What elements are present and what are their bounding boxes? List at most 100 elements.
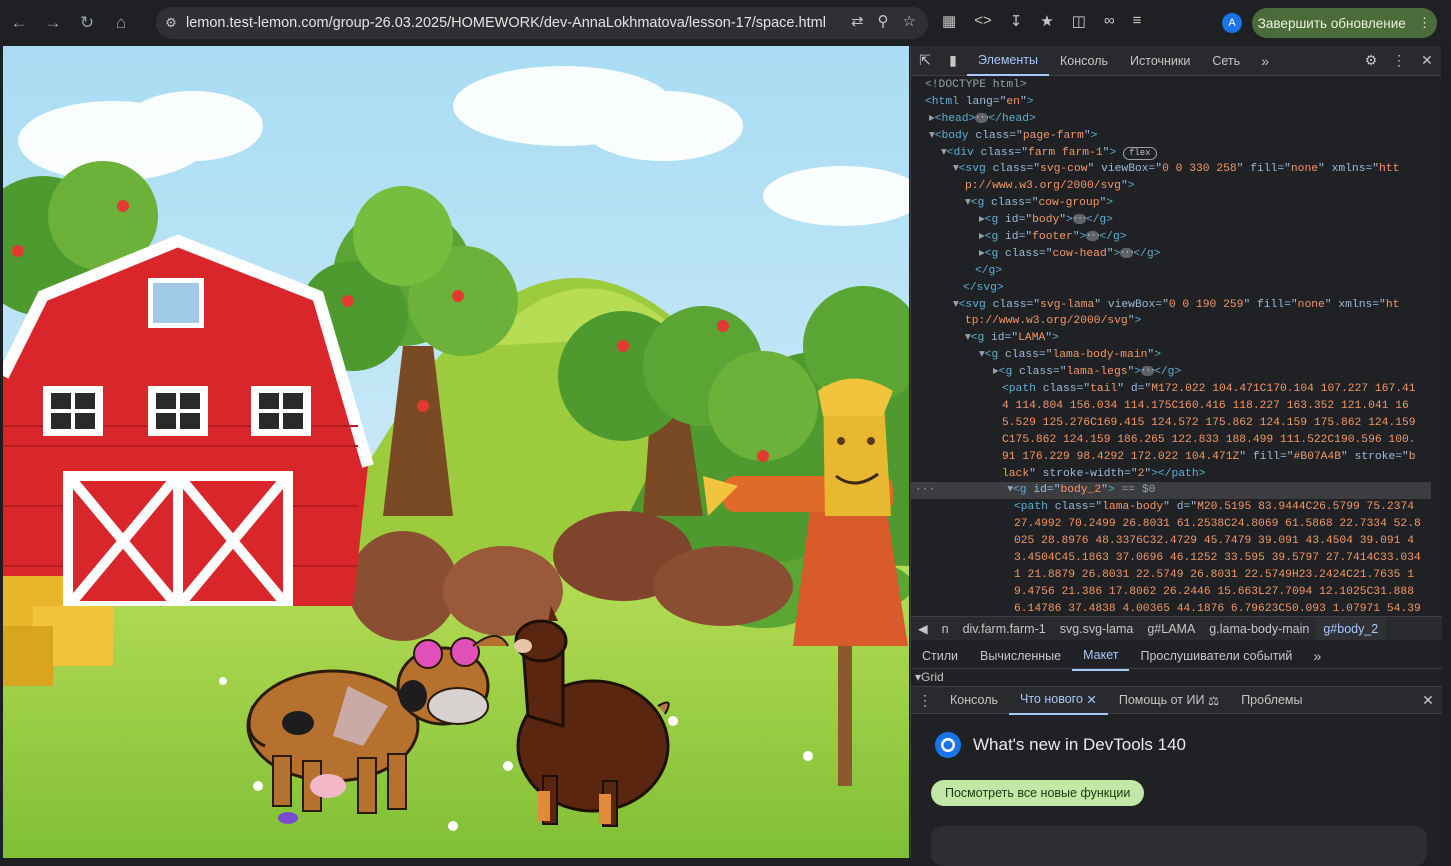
dom-svg-lama-xmlns: tp://www.w3.org/2000/svg"> [965,315,1142,328]
tab-elements[interactable]: Элементы [967,46,1049,76]
see-all-features-button[interactable]: Посмотреть все новые функции [931,780,1145,806]
close-drawer-icon[interactable]: ✕ [1414,692,1442,709]
attr-name: lang [965,95,993,108]
tab-styles[interactable]: Стили [911,641,969,671]
tag-name: body [941,129,969,142]
more-tabs-chevron-icon[interactable]: » [1251,53,1279,69]
dom-cow-group[interactable]: ▾<g class="cow-group"> [911,195,1431,212]
dom-cow-head[interactable]: ▸<g class="cow-head">···</g> [911,246,1431,263]
collapsed-ellipsis[interactable]: ··· [1141,366,1155,377]
dom-lama-body-main[interactable]: ▾<g class="lama-body-main"> [911,347,1431,364]
dom-g-body2-selected[interactable]: ··· ▾<g id="body_2"> == $0 [911,482,1431,500]
dom-head[interactable]: ▸<head>···</head> [911,111,1431,128]
link-icon[interactable]: ∞ [1104,12,1115,30]
breadcrumb-item[interactable]: n [935,622,956,636]
devtools-code-icon[interactable]: <> [974,12,992,30]
attr-value: none [1290,163,1319,176]
dom-close-g: </g> [975,264,1003,277]
drawer-tab-bar: ⋮ Консоль Что нового ✕ Помощь от ИИ ⚖ Пр… [911,685,1442,715]
attr-value: footer [1032,231,1073,244]
attr-value: lama-body-main [1052,349,1148,362]
site-settings-icon[interactable]: ⚙ [156,15,186,31]
translate-icon[interactable]: ⇄ [851,12,864,30]
tab-console[interactable]: Консоль [1049,46,1119,76]
drawer-tab-issues[interactable]: Проблемы [1230,685,1313,715]
tab-sources[interactable]: Источники [1119,46,1201,76]
dom-body[interactable]: ▾<body class="page-farm"> [911,128,1431,145]
finish-update-button[interactable]: Завершить обновление ⋮ [1252,8,1437,38]
attr-value: cow-group [1038,197,1100,210]
devtools-menu-icon[interactable]: ⋮ [1385,52,1413,69]
close-tab-icon[interactable]: ✕ [1086,692,1096,707]
drawer-tab-ai-help[interactable]: Помощь от ИИ ⚖ [1108,685,1230,715]
attr-value: body [1032,214,1060,227]
collapsed-ellipsis[interactable]: ··· [1120,247,1135,258]
breadcrumb-item[interactable]: div.farm.farm-1 [956,622,1053,636]
more-tabs-chevron-icon[interactable]: » [1303,648,1331,664]
address-bar[interactable]: ⚙ lemon.test-lemon.com/group-26.03.2025/… [156,7,928,39]
dom-g-footer[interactable]: ▸<g id="footer">···</g> [911,229,1431,246]
collapsed-ellipsis[interactable]: ··· [1072,214,1087,225]
forward-arrow-icon[interactable]: → [38,8,68,38]
elements-tree[interactable]: <!DOCTYPE html> <html lang="en"> ▸<head>… [911,77,1431,613]
grid-section-label: Grid [921,670,944,684]
breadcrumb-item[interactable]: g#LAMA [1140,622,1202,636]
attr-value: body_2 [1060,484,1102,497]
tab-event-listeners[interactable]: Прослушиватели событий [1129,641,1303,671]
dom-g-body[interactable]: ▸<g id="body">···</g> [911,212,1431,229]
drawer-tab-console[interactable]: Консоль [939,685,1009,715]
attr-value: tail [1090,383,1118,396]
collapsed-ellipsis[interactable]: ··· [975,112,990,123]
tag-name: head [1001,112,1030,125]
dom-svg-cow[interactable]: ▾<svg class="svg-cow" viewBox="0 0 330 2… [911,161,1431,178]
back-arrow-icon[interactable]: ← [4,8,34,38]
feature-card[interactable] [931,826,1427,866]
attr-value: M20.5195 83.9444C26.5799 75.2374 27.4992… [1014,501,1421,613]
breadcrumb-scroll-left-icon[interactable]: ◀ [911,621,935,636]
dom-lama-legs[interactable]: ▸<g class="lama-legs">···</g> [911,364,1431,381]
breadcrumb-item[interactable]: g.lama-body-main [1202,622,1316,636]
dom-path-lama-body[interactable]: <path class="lama-body" d="M20.5195 83.9… [911,499,1421,613]
dom-doctype[interactable]: <!DOCTYPE html> [911,77,1431,94]
page-viewport [3,46,909,858]
drawer-tab-whats-new[interactable]: Что нового ✕ [1009,685,1108,715]
selected-marker: == $0 [1121,484,1156,497]
attr-value: svg-lama [1040,298,1095,311]
download-icon[interactable]: ↧ [1010,12,1023,30]
bookmarks-icon[interactable]: ★ [1040,12,1053,30]
breadcrumb-item[interactable]: svg.svg-lama [1053,622,1141,636]
attr-value: page-farm [1022,129,1084,142]
collapsed-ellipsis[interactable]: ··· [1086,231,1101,242]
profile-avatar[interactable]: A [1222,13,1242,33]
extensions-icon[interactable]: ▦ [942,12,956,30]
tab-layout-icon[interactable]: ◫ [1072,12,1086,30]
kebab-menu-icon[interactable]: ⋮ [1418,15,1432,31]
attr-name: class [975,129,1010,142]
whats-new-header: What's new in DevTools 140 [933,730,1186,760]
dom-path-tail[interactable]: <path class="tail" d="M172.022 104.471C1… [911,381,1421,482]
dom-svg-lama[interactable]: ▾<svg class="svg-lama" viewBox="0 0 190 … [911,297,1431,314]
flex-badge[interactable]: flex [1122,146,1157,160]
bookmark-star-icon[interactable]: ☆ [903,12,916,30]
zoom-icon[interactable]: ⚲ [878,12,889,30]
dom-div-farm[interactable]: ▾<div class="farm farm-1"> flex [911,145,1431,162]
dom-html[interactable]: <html lang="en"> [911,94,1431,111]
settings-gear-icon[interactable]: ⚙ [1357,52,1385,69]
reload-icon[interactable]: ↻ [72,8,102,38]
home-icon[interactable]: ⌂ [106,8,136,38]
attr-value: farm farm-1 [1028,146,1103,159]
tab-network[interactable]: Сеть [1201,46,1251,76]
update-button-label: Завершить обновление [1257,15,1406,31]
device-toolbar-icon[interactable]: ▮ [939,52,967,69]
tab-computed[interactable]: Вычисленные [969,641,1072,671]
whats-new-title: What's new in DevTools 140 [973,735,1187,754]
inspect-element-icon[interactable]: ⇱ [911,52,939,69]
grid-section-header[interactable]: ▾Grid [915,670,944,684]
tab-layout[interactable]: Макет [1072,641,1130,671]
drawer-menu-icon[interactable]: ⋮ [911,692,939,709]
close-devtools-icon[interactable]: ✕ [1413,52,1441,69]
url-text[interactable]: lemon.test-lemon.com/group-26.03.2025/HO… [186,15,826,31]
breadcrumb-item-active[interactable]: g#body_2 [1316,617,1386,640]
reading-list-icon[interactable]: ≡ [1133,12,1142,30]
dom-g-lama[interactable]: ▾<g id="LAMA"> [911,330,1431,347]
